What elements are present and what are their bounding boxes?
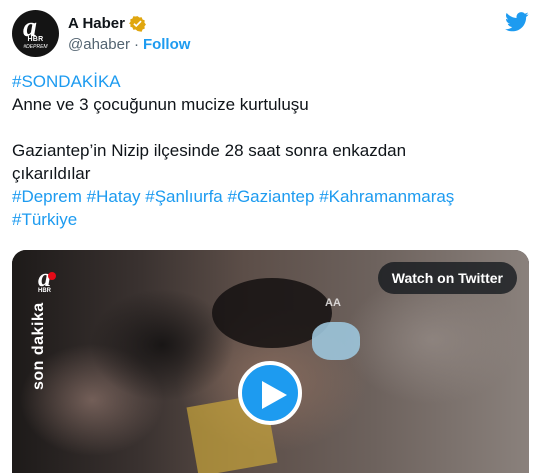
agency-watermark: AA <box>325 297 341 309</box>
channel-logo-sub: HBR <box>38 288 51 294</box>
hashtag-hatay[interactable]: #Hatay <box>87 187 141 206</box>
avatar[interactable]: a HBR #DEPREM <box>12 10 59 57</box>
verified-badge-icon <box>129 15 146 32</box>
tweet-line-detail: Gaziantep’in Nizip ilçesinde 28 saat son… <box>12 141 407 160</box>
channel-logo-dot <box>48 272 56 280</box>
play-icon <box>262 381 287 409</box>
tweet-line-headline: Anne ve 3 çocuğunun mucize kurtuluşu <box>12 95 309 114</box>
avatar-logo-tag: #DEPREM <box>23 44 48 50</box>
play-button[interactable] <box>238 361 302 425</box>
hashtag-turkiye[interactable]: #Türkiye <box>12 210 77 229</box>
hashtag-sanliurfa[interactable]: #Şanlıurfa <box>145 187 223 206</box>
handle-row: @ahaber · Follow <box>68 36 190 53</box>
tweet-line-detail-cont: çıkarıldılar <box>12 164 91 183</box>
follow-button[interactable]: Follow <box>143 36 191 53</box>
hashtag-gaziantep[interactable]: #Gaziantep <box>228 187 315 206</box>
display-name[interactable]: A Haber <box>68 15 125 32</box>
handle[interactable]: @ahaber <box>68 36 130 53</box>
channel-logo: a HBR <box>36 263 66 296</box>
twitter-bird-icon[interactable] <box>505 12 529 32</box>
tweet-body: #SONDAKİKA Anne ve 3 çocuğunun mucize ku… <box>12 70 527 231</box>
video-player[interactable]: a HBR AA son dakika Watch on Twitter <box>12 250 529 473</box>
video-figure-mask <box>312 322 360 360</box>
hashtag-sondakika[interactable]: #SONDAKİKA <box>12 72 121 91</box>
hashtag-kahramanmaras[interactable]: #Kahramanmaraş <box>319 187 454 206</box>
tweet-header: a HBR #DEPREM A Haber @ahaber · Follow <box>12 10 529 58</box>
separator-dot: · <box>133 36 139 53</box>
name-row: A Haber <box>68 15 146 32</box>
watch-on-twitter-button[interactable]: Watch on Twitter <box>377 262 517 294</box>
son-dakika-overlay: son dakika <box>30 302 47 390</box>
hashtag-deprem[interactable]: #Deprem <box>12 187 82 206</box>
avatar-logo-sub: HBR <box>27 36 44 43</box>
